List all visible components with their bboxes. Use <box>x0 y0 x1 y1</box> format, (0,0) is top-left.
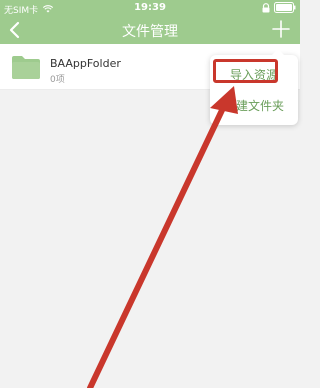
annotation-highlight-box <box>213 59 278 83</box>
folder-name: BAAppFolder <box>50 57 121 70</box>
status-bar: 无SIM卡 19:39 <box>0 0 300 16</box>
add-plus-icon[interactable] <box>272 20 290 38</box>
menu-item-new-folder[interactable]: 新建文件夹 <box>210 91 298 121</box>
battery-icon <box>274 2 296 13</box>
popup-menu: 导入资源 新建文件夹 <box>210 49 298 125</box>
lock-icon <box>262 2 270 12</box>
folder-icon <box>12 56 40 79</box>
top-bar: 无SIM卡 19:39 文件管理 <box>0 0 300 44</box>
folder-item-count: 0项 <box>50 75 65 85</box>
page-title: 文件管理 <box>122 24 178 40</box>
status-time: 19:39 <box>134 2 166 13</box>
navigation-bar: 文件管理 <box>0 16 300 44</box>
status-right <box>261 2 296 13</box>
popup-caret <box>272 49 284 55</box>
